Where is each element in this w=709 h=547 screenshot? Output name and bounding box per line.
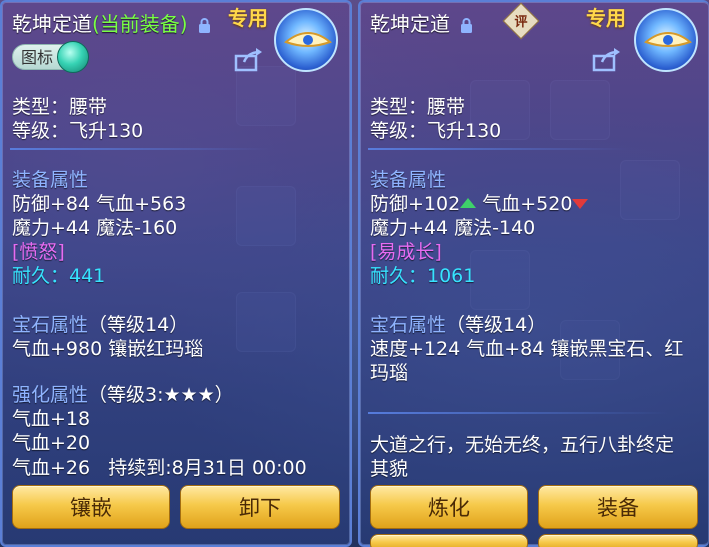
icon-toggle-label: 图标: [21, 48, 54, 67]
special-trait: [愤怒]: [12, 241, 65, 263]
current-equip-tag: (当前装备): [92, 12, 188, 36]
gem-heading: 宝石属性（等级14）: [370, 314, 547, 336]
level-line: 等级：飞升130: [370, 120, 502, 142]
gem-line-1: 速度+124 气血+84 镶嵌黑宝石、红: [370, 338, 684, 360]
extra-button[interactable]: [370, 534, 528, 547]
attr-line-1: 防御+102 气血+520: [370, 189, 589, 216]
arrow-up-icon: [460, 197, 477, 208]
lock-icon: [198, 18, 210, 33]
divider: [368, 148, 628, 150]
type-line: 类型：腰带: [370, 96, 466, 118]
attr-line-2: 魔力+44 魔法-160: [12, 217, 178, 239]
attr-line-1: 防御+84 气血+563: [12, 193, 187, 215]
attr-line-2: 魔力+44 魔法-140: [370, 217, 536, 239]
emblem-icon: [634, 8, 698, 72]
exclusive-label: 专用: [228, 6, 268, 30]
share-icon[interactable]: [592, 46, 622, 72]
share-icon[interactable]: [234, 46, 264, 72]
item-title: 乾坤定道(当前装备): [12, 8, 211, 37]
lock-icon: [461, 18, 473, 33]
icon-toggle-button[interactable]: 图标: [12, 41, 90, 73]
strength-line-2: 气血+20: [12, 432, 91, 454]
rate-badge-icon[interactable]: 评: [502, 2, 540, 40]
equip-attr-heading: 装备属性: [12, 169, 89, 191]
compare-item-panel: 乾坤定道 评 专用 类型：腰带 等级：飞升130 装备属性 防御+102 气血+…: [358, 0, 709, 547]
item-title: 乾坤定道: [370, 8, 473, 37]
type-line: 类型：腰带: [12, 96, 108, 118]
extra-button[interactable]: [538, 534, 698, 547]
description-line-1: 大道之行，无始无终，五行八卦终定: [370, 434, 675, 456]
gem-line-2: 玛瑙: [370, 362, 409, 384]
emblem-icon: [274, 8, 338, 72]
strength-line-3: 气血+26 持续到:8月31日 00:00: [12, 457, 307, 479]
divider: [10, 148, 270, 150]
exclusive-label: 专用: [586, 6, 626, 30]
durability: 耐久：1061: [370, 265, 476, 287]
arrow-down-icon: [572, 198, 589, 209]
orb-icon: [57, 41, 90, 73]
level-line: 等级：飞升130: [12, 120, 144, 142]
durability: 耐久：441: [12, 265, 106, 287]
equip-attr-heading: 装备属性: [370, 169, 447, 191]
gem-line: 气血+980 镶嵌红玛瑙: [12, 338, 204, 360]
gem-heading: 宝石属性（等级14）: [12, 314, 189, 336]
equipped-item-panel: 乾坤定道(当前装备) 专用 图标 类型：腰带 等级：飞升130 装备属性 防御+…: [0, 0, 352, 547]
inlay-button[interactable]: 镶嵌: [12, 485, 170, 529]
refine-button[interactable]: 炼化: [370, 485, 528, 529]
special-trait: [易成长]: [370, 241, 442, 263]
unequip-button[interactable]: 卸下: [180, 485, 340, 529]
strength-heading: 强化属性（等级3:★★★）: [12, 384, 234, 406]
description-line-2: 其貌: [370, 458, 409, 480]
divider: [368, 412, 668, 414]
equip-button[interactable]: 装备: [538, 485, 698, 529]
strength-line-1: 气血+18: [12, 408, 91, 430]
